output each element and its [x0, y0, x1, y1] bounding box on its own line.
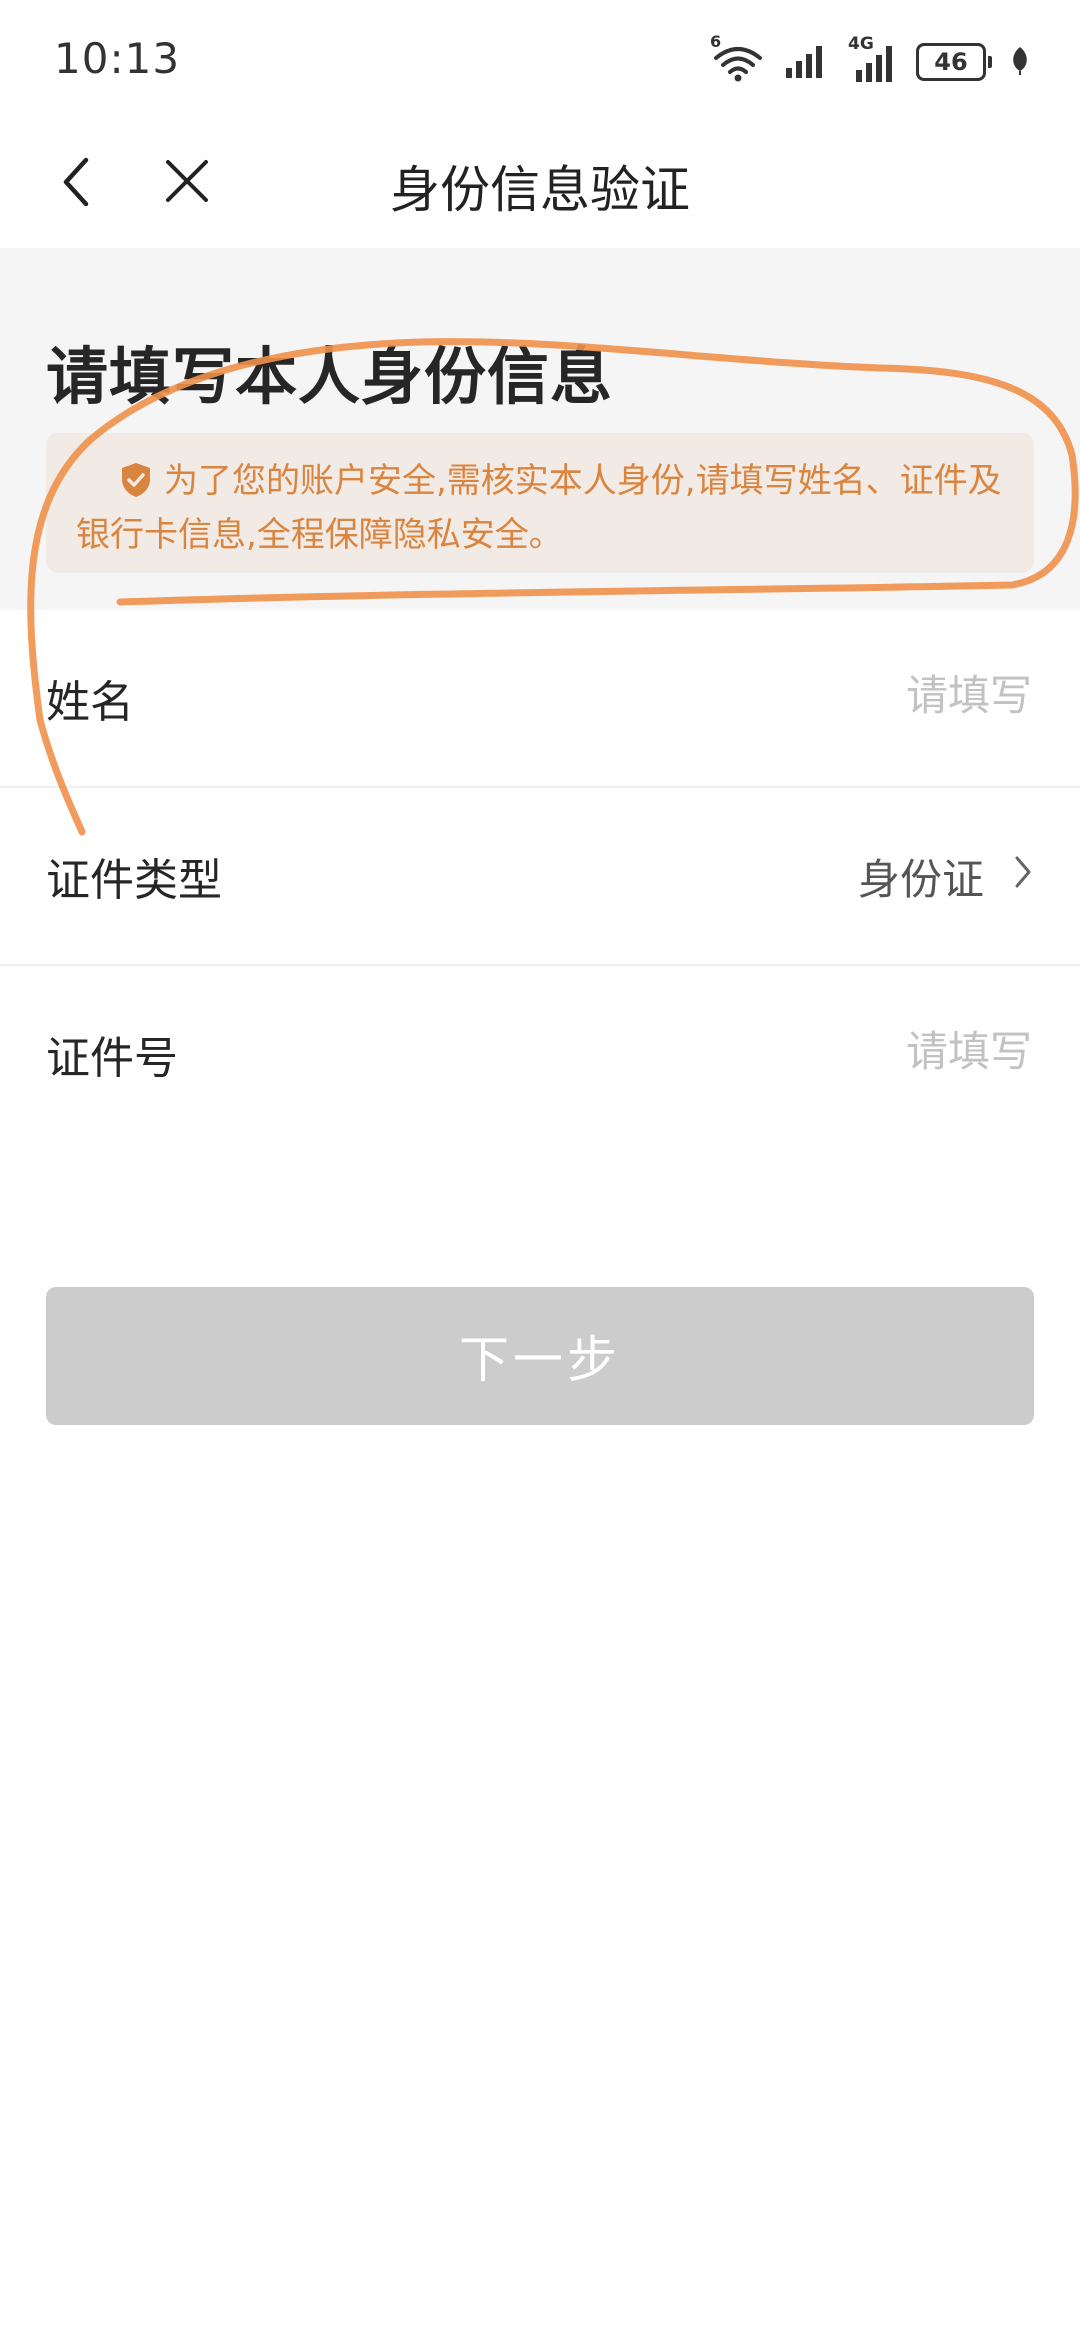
name-label: 姓名 [46, 677, 134, 728]
chevron-right-icon [1012, 854, 1034, 894]
battery-tip [988, 56, 992, 68]
shield-check-icon [120, 462, 152, 511]
security-notice: 为了您的账户安全,需核实本人身份,请填写姓名、证件及银行卡信息,全程保障隐私安全… [46, 433, 1034, 573]
page-title: 身份信息验证 [390, 161, 690, 219]
name-row: 姓名 [0, 610, 1080, 788]
signal-icon [784, 40, 830, 84]
status-time: 10:13 [54, 34, 181, 83]
id-number-label: 证件号 [46, 1033, 178, 1084]
section-title: 请填写本人身份信息 [46, 340, 614, 413]
signal-4g-icon: 4G [848, 34, 898, 84]
id-type-row[interactable]: 证件类型 身份证 [0, 788, 1080, 966]
wifi-label: 6 [710, 32, 722, 51]
id-type-label: 证件类型 [46, 855, 222, 906]
leaf-icon [1010, 45, 1030, 79]
id-number-input[interactable] [530, 1014, 1034, 1088]
security-notice-text: 为了您的账户安全,需核实本人身份,请填写姓名、证件及银行卡信息,全程保障隐私安全… [76, 461, 1002, 555]
info-section: 请填写本人身份信息 为了您的账户安全,需核实本人身份,请填写姓名、证件及银行卡信… [0, 248, 1080, 610]
identity-verification-screen: 10:13 6 4G 46 身份信息验证 请填写本人身份信息 为了您的账户安全,… [0, 0, 1080, 2331]
wifi-icon: 6 [710, 32, 766, 84]
next-step-button[interactable]: 下一步 [46, 1287, 1034, 1425]
battery-icon: 46 [916, 43, 992, 81]
status-bar: 10:13 6 4G 46 [0, 0, 1080, 118]
battery-level: 46 [916, 43, 986, 81]
id-number-row: 证件号 [0, 966, 1080, 1144]
id-type-value: 身份证 [857, 855, 984, 904]
nav-bar: 身份信息验证 [0, 118, 1080, 248]
name-input[interactable] [530, 658, 1034, 732]
status-icons: 6 4G 46 [710, 32, 1030, 84]
